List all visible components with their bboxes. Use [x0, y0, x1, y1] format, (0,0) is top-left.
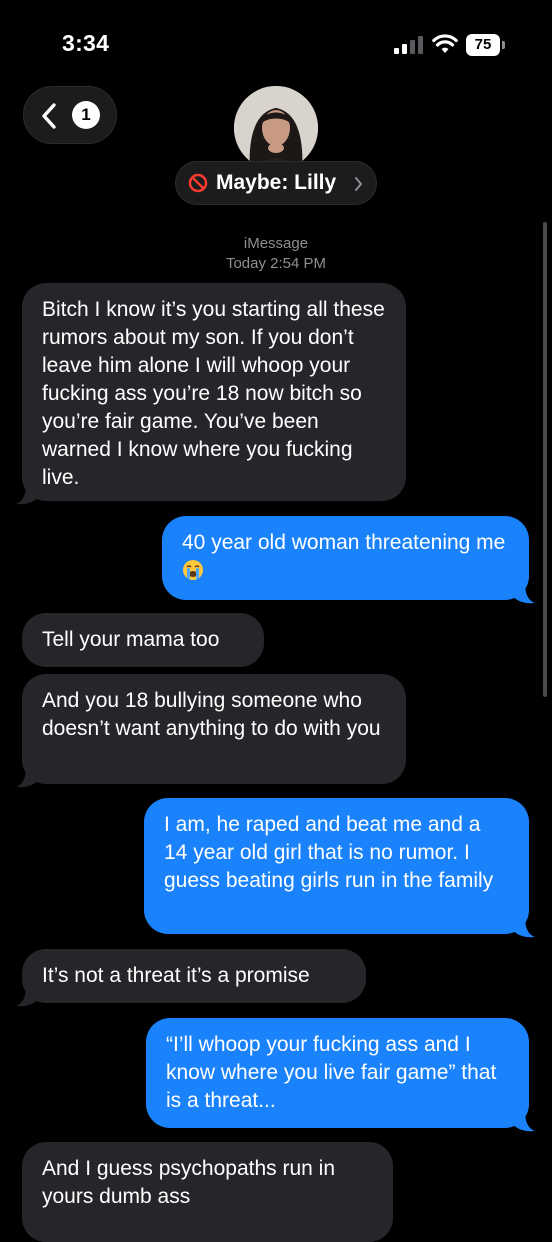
- blocked-icon: [188, 173, 208, 193]
- back-button[interactable]: 1: [23, 86, 117, 144]
- contact-name: Maybe: Lilly: [216, 171, 337, 194]
- bubble-tail: [513, 582, 535, 604]
- outgoing-message[interactable]: 40 year old woman threatening me: [162, 516, 535, 604]
- message-text: And you 18 bullying someone who doesn’t …: [42, 689, 381, 740]
- thread-timestamp: Today 2:54 PM: [225, 255, 327, 272]
- wifi-icon: [432, 34, 458, 53]
- incoming-message[interactable]: It’s not a threat it’s a promise: [16, 949, 366, 1007]
- bubble-tail: [513, 916, 535, 938]
- bubble-tail: [16, 985, 38, 1007]
- battery-level: 75: [466, 34, 500, 56]
- message-text: “I’ll whoop your fucking ass and I know …: [166, 1033, 497, 1112]
- status-bar: 3:34 75: [0, 0, 552, 80]
- message-text: Bitch I know it’s you starting all these…: [42, 298, 385, 489]
- bubble-tail: [16, 766, 38, 788]
- incoming-message[interactable]: Tell your mama too: [22, 613, 264, 667]
- incoming-message[interactable]: And I guess psychopaths run in yours dum…: [22, 1142, 393, 1242]
- outgoing-message[interactable]: “I’ll whoop your fucking ass and I know …: [146, 1018, 535, 1132]
- avatar-photo-icon: [234, 86, 318, 170]
- loudly-crying-face-emoji: [183, 560, 203, 580]
- unread-count-badge: 1: [72, 101, 100, 129]
- incoming-message[interactable]: And you 18 bullying someone who doesn’t …: [16, 674, 406, 788]
- cellular-signal-icon: [394, 36, 423, 54]
- message-text: It’s not a threat it’s a promise: [42, 964, 310, 987]
- scroll-indicator[interactable]: [543, 222, 547, 697]
- outgoing-message[interactable]: I am, he raped and beat me and a 14 year…: [144, 798, 535, 938]
- message-text: Tell your mama too: [42, 628, 220, 651]
- thread-service-label: iMessage: [243, 235, 309, 252]
- battery-icon: 75: [466, 34, 506, 56]
- status-time: 3:34: [62, 30, 110, 56]
- contact-name-button[interactable]: Maybe: Lilly: [175, 161, 377, 205]
- message-text: And I guess psychopaths run in yours dum…: [42, 1157, 336, 1208]
- bubble-tail: [16, 483, 38, 505]
- contact-avatar[interactable]: [234, 86, 318, 170]
- chevron-left-icon: [42, 103, 56, 129]
- message-text: 40 year old woman threatening me: [182, 531, 506, 554]
- incoming-message[interactable]: Bitch I know it’s you starting all these…: [16, 283, 406, 505]
- message-text: I am, he raped and beat me and a 14 year…: [164, 813, 494, 892]
- bubble-tail: [513, 1110, 535, 1132]
- chevron-right-icon: [355, 177, 362, 191]
